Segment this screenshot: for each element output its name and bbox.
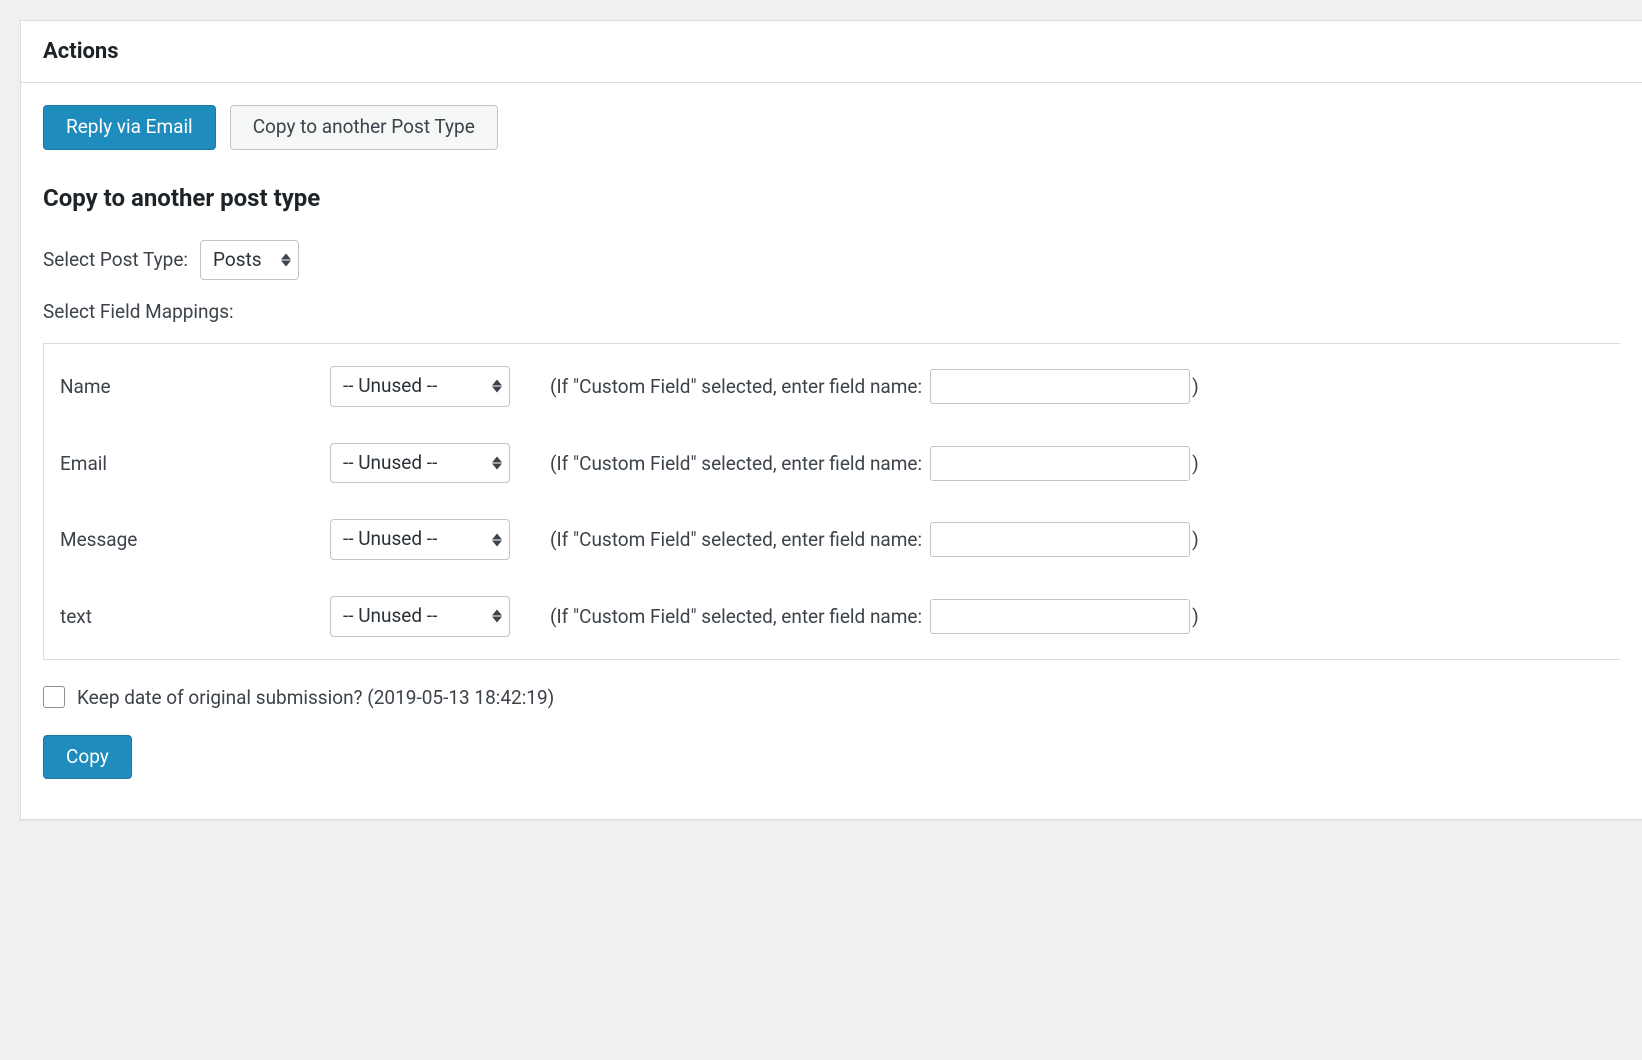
mapping-select[interactable]: -- Unused --	[330, 519, 510, 560]
panel-body: Reply via Email Copy to another Post Typ…	[21, 83, 1642, 819]
post-type-row: Select Post Type: Posts	[43, 240, 1620, 281]
mapping-row: Message -- Unused -- (If "Custom Field" …	[44, 501, 1620, 578]
mapping-select[interactable]: -- Unused --	[330, 596, 510, 637]
custom-field-input[interactable]	[930, 369, 1190, 404]
mapping-select[interactable]: -- Unused --	[330, 366, 510, 407]
section-title: Copy to another post type	[43, 184, 1620, 212]
field-mappings-label-row: Select Field Mappings:	[43, 300, 1620, 323]
mapping-label: Email	[60, 452, 330, 475]
keep-date-row: Keep date of original submission? (2019-…	[43, 686, 1620, 709]
mapping-hint: (If "Custom Field" selected, enter field…	[550, 605, 922, 628]
action-button-row: Reply via Email Copy to another Post Typ…	[43, 105, 1620, 150]
panel-header: Actions	[21, 21, 1642, 83]
keep-date-checkbox[interactable]	[43, 686, 65, 708]
select-post-type-label: Select Post Type:	[43, 248, 188, 271]
mapping-hint: (If "Custom Field" selected, enter field…	[550, 375, 922, 398]
mapping-label: Message	[60, 528, 330, 551]
mapping-label: text	[60, 605, 330, 628]
select-field-mappings-label: Select Field Mappings:	[43, 300, 234, 323]
mapping-row: Name -- Unused -- (If "Custom Field" sel…	[44, 348, 1620, 425]
mapping-hint-close: )	[1192, 452, 1199, 475]
mapping-hint: (If "Custom Field" selected, enter field…	[550, 528, 922, 551]
mapping-hint-close: )	[1192, 528, 1199, 551]
copy-submit-button[interactable]: Copy	[43, 735, 132, 780]
panel-title: Actions	[43, 39, 1620, 64]
mapping-hint: (If "Custom Field" selected, enter field…	[550, 452, 922, 475]
reply-via-email-button[interactable]: Reply via Email	[43, 105, 216, 150]
mapping-hint-close: )	[1192, 375, 1199, 398]
post-type-select[interactable]: Posts	[200, 240, 299, 281]
post-type-select-wrap: Posts	[200, 240, 299, 281]
copy-to-post-type-button[interactable]: Copy to another Post Type	[230, 105, 498, 150]
mapping-select[interactable]: -- Unused --	[330, 443, 510, 484]
actions-panel: Actions Reply via Email Copy to another …	[20, 20, 1642, 820]
mapping-label: Name	[60, 375, 330, 398]
custom-field-input[interactable]	[930, 599, 1190, 634]
custom-field-input[interactable]	[930, 522, 1190, 557]
field-mappings-box: Name -- Unused -- (If "Custom Field" sel…	[43, 343, 1620, 659]
mapping-row: Email -- Unused -- (If "Custom Field" se…	[44, 425, 1620, 502]
mapping-hint-close: )	[1192, 605, 1199, 628]
mapping-row: text -- Unused -- (If "Custom Field" sel…	[44, 578, 1620, 655]
custom-field-input[interactable]	[930, 446, 1190, 481]
keep-date-label: Keep date of original submission? (2019-…	[77, 686, 554, 709]
